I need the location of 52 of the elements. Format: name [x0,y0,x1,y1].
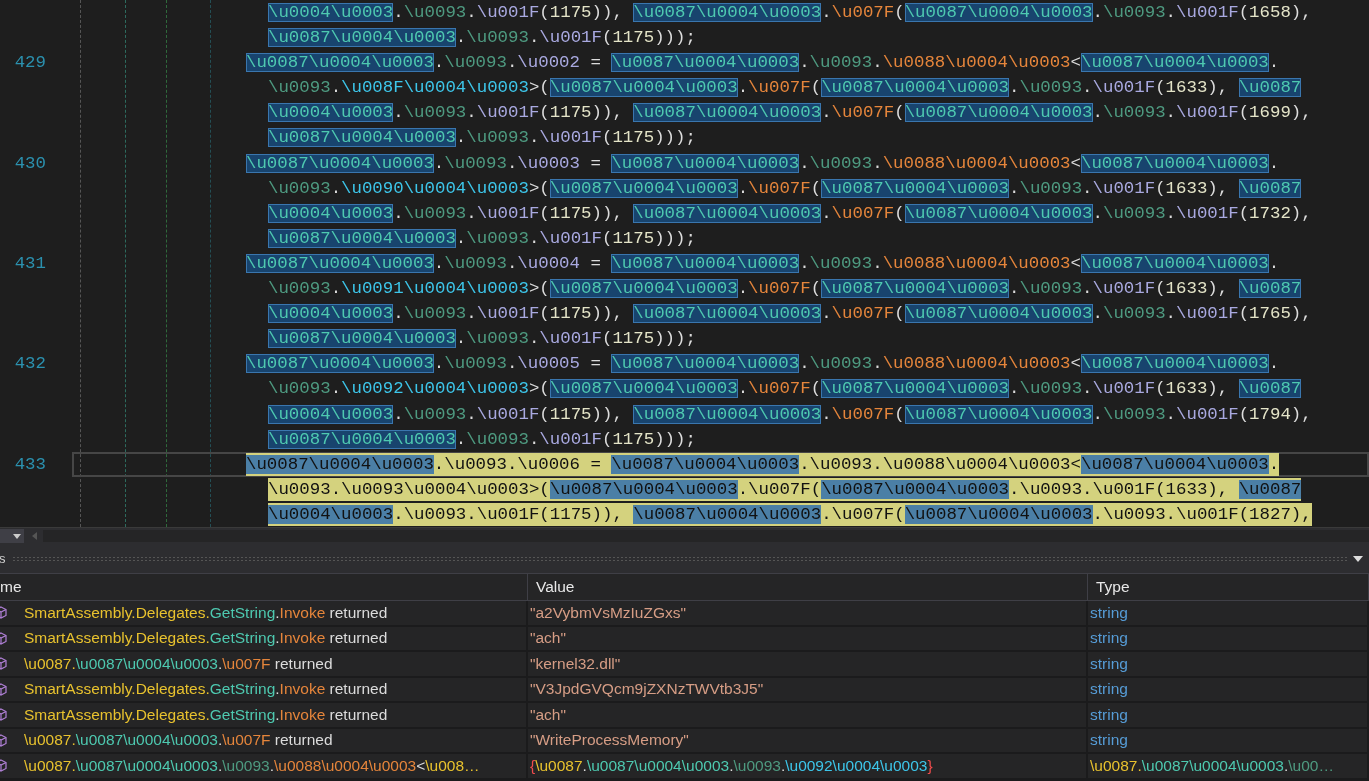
code-line: \u0093.\u008F\u0004\u0003>(\u0087\u0004\u0003.\u007F(\u0087\u0004\u0003.\u0093.\u001F(1633), \u0087 [268,77,1302,100]
table-cell: string [1090,705,1128,724]
line-number: 431 [14,253,46,273]
table-cell: \u0087.\u0087\u0004\u0003.\u007F returned [24,731,333,750]
table-cell: "a2VybmVsMzIuZGxs" [530,603,686,622]
column-header[interactable]: me [0,578,22,596]
table-cell: string [1090,654,1128,673]
code-line: \u0087\u0004\u0003.\u0093.\u001F(1175))); [268,428,696,451]
table-cell: "kernel32.dll" [530,654,621,673]
line-number: 433 [14,454,46,474]
table-cell: SmartAssembly.Delegates.GetString.Invoke returned [24,629,388,648]
code-line: \u0087\u0004\u0003.\u0093.\u0003 = \u0087\u0004\u0003.\u0093.\u0088\u0004\u0003<\u0087\u0004\u0003. [246,152,1280,175]
line-number: 429 [14,53,46,73]
column-header[interactable]: Type [1096,578,1130,596]
line-number: 432 [14,354,46,374]
table-cell: SmartAssembly.Delegates.GetString.Invoke returned [24,705,388,724]
table-cell: string [1090,629,1128,648]
code-line: \u0004\u0003.\u0093.\u001F(1175)), \u0087\u0004\u0003.\u007F(\u0087\u0004\u0003.\u0093.\u001F(1699), [268,102,1312,125]
table-cell: \u0087.\u0087\u0004\u0003.\u0093.\u0088\u0004\u0003<\u008… [24,756,480,775]
code-line: \u0087\u0004\u0003.\u0093.\u001F(1175))); [268,328,696,351]
table-cell: string [1090,603,1128,622]
table-cell: SmartAssembly.Delegates.GetString.Invoke returned [24,603,388,622]
code-line: \u0004\u0003.\u0093.\u001F(1175)), \u0087\u0004\u0003.\u007F(\u0087\u0004\u0003.\u0093.\u001F(1658), [268,2,1312,24]
column-header[interactable]: Value [536,578,575,596]
zoom-dropdown[interactable] [0,529,24,543]
table-cell: string [1090,731,1128,750]
table-cell: "ach" [530,629,566,648]
panel-title: s [0,551,6,566]
code-line: \u0087\u0004\u0003.\u0093.\u0005 = \u0087\u0004\u0003.\u0093.\u0088\u0004\u0003<\u0087\u0004\u0003. [246,353,1280,376]
code-line: \u0093.\u0090\u0004\u0003>(\u0087\u0004\u0003.\u007F(\u0087\u0004\u0003.\u0093.\u001F(1633), \u0087 [268,177,1302,200]
code-line: \u0087\u0004\u0003.\u0093.\u0002 = \u0087\u0004\u0003.\u0093.\u0088\u0004\u0003<\u0087\u0004\u0003. [246,52,1280,75]
table-cell: {\u0087.\u0087\u0004\u0003.\u0093.\u0092\u0004\u0003} [530,756,933,775]
code-line: \u0004\u0003.\u0093.\u001F(1175)), \u0087\u0004\u0003.\u007F(\u0087\u0004\u0003.\u0093.\u001F(1765), [268,303,1312,326]
code-line: \u0004\u0003.\u0093.\u001F(1175)), \u0087\u0004\u0003.\u007F(\u0087\u0004\u0003.\u0093.\u001F(1732), [268,202,1312,225]
caret-icon[interactable] [1353,555,1363,562]
table-cell: "ach" [530,705,566,724]
line-number: 430 [14,153,46,173]
code-line: \u0093.\u0092\u0004\u0003>(\u0087\u0004\u0003.\u007F(\u0087\u0004\u0003.\u0093.\u001F(1633), \u0087 [268,378,1302,401]
scroll-left-icon[interactable] [32,532,37,540]
table-cell: "WriteProcessMemory" [530,731,689,750]
table-cell: \u0087.\u0087\u0004\u0003.\u007F returned [24,654,333,673]
table-cell: \u0087.\u0087\u0004\u0003.\u00… [1090,756,1334,775]
table-cell: SmartAssembly.Delegates.GetString.Invoke returned [24,680,388,699]
code-line: \u0087\u0004\u0003.\u0093.\u0004 = \u0087\u0004\u0003.\u0093.\u0088\u0004\u0003<\u0087\u0004\u0003. [246,252,1280,275]
code-line: \u0087\u0004\u0003.\u0093.\u001F(1175))); [268,227,696,250]
code-line: \u0004\u0003.\u0093.\u001F(1175)), \u0087\u0004\u0003.\u007F(\u0087\u0004\u0003.\u0093.\u001F(1794), [268,403,1312,426]
table-cell: string [1090,680,1128,699]
table-cell: "V3JpdGVQcm9jZXNzTWVtb3J5" [530,680,764,699]
caret-icon [13,533,21,539]
code-line: \u0087\u0004\u0003.\u0093.\u001F(1175))); [268,27,696,50]
code-line: \u0087\u0004\u0003.\u0093.\u001F(1175))); [268,127,696,150]
code-line: \u0093.\u0091\u0004\u0003>(\u0087\u0004\u0003.\u007F(\u0087\u0004\u0003.\u0093.\u001F(1633), \u0087 [268,278,1302,301]
